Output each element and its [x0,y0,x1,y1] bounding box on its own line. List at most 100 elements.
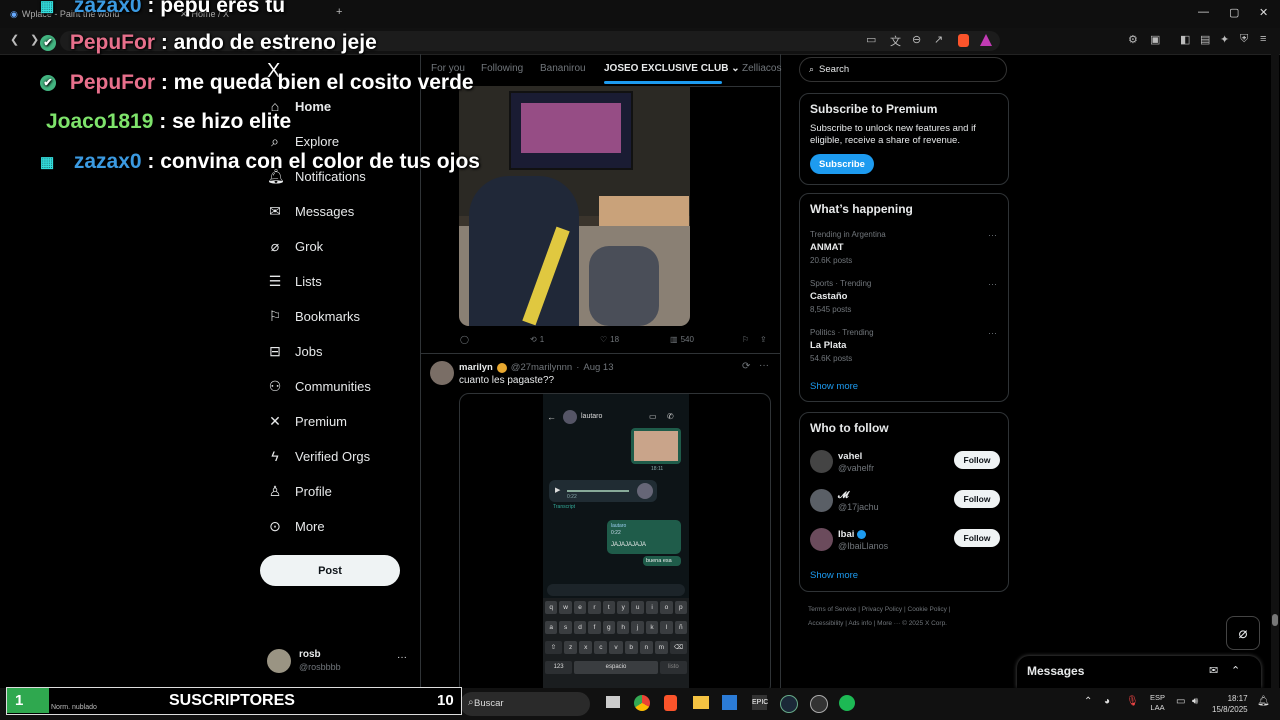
subscribe-button[interactable]: Subscribe [810,154,874,174]
tab-zelliacos[interactable]: Zelliacos [742,63,781,74]
follow-suggestion[interactable]: Ibai @IbaiLlanos Follow [810,528,1000,552]
sidebar-item-label: Home [295,98,332,114]
post-date[interactable]: Aug 13 [583,362,613,373]
tab-joseo-exclusive-club[interactable]: JOSEO EXCLUSIVE CLUB ⌄ [604,63,740,74]
reply-action[interactable]: ◯ [460,335,472,344]
language-indicator[interactable]: ESP LAA [1150,693,1165,713]
steam-icon[interactable] [780,695,798,713]
scrollbar-thumb[interactable] [1272,614,1278,626]
follow-button[interactable]: Follow [954,529,1000,547]
notification-icon[interactable]: 🔔︎ [1257,696,1270,707]
like-action[interactable]: ♡ 18 [600,335,619,344]
more-dots-icon[interactable]: ··· [988,230,997,240]
trend-item[interactable]: Sports · Trending Castaño 8,545 posts ··… [810,279,1000,314]
follow-button[interactable]: Follow [954,490,1000,508]
wallet-icon[interactable]: ▣ [1150,33,1160,46]
trend-item[interactable]: Trending in Argentina ANMAT 20.6K posts … [810,230,1000,265]
follow-button[interactable]: Follow [954,451,1000,469]
avatar[interactable] [430,361,454,385]
mic-icon[interactable]: 🎙︎ [1126,696,1139,707]
sidebar-item-bookmarks[interactable]: ⚐ Bookmarks [267,308,360,325]
post-image[interactable]: ← lautaro ▭ ✆ 18:11 ▶ 0:22 Transcript la… [459,393,771,695]
footer-link[interactable]: Cookie Policy [908,606,947,613]
sidebar-item-premium[interactable]: ✕ Premium [267,413,347,430]
tab-bananirou[interactable]: Bananirou [540,63,586,74]
author-name[interactable]: marilyn [459,362,493,373]
sidebar-icon[interactable]: ◧ [1180,33,1190,46]
maximize-icon[interactable]: ▢ [1229,6,1239,19]
forward-icon[interactable]: ❯ [30,33,39,46]
follow-suggestion[interactable]: 𝓜 @17jachu Follow [810,489,1000,513]
chevron-up-icon[interactable]: ⌃ [1084,696,1092,707]
grok-floating-button[interactable]: ⌀ [1226,616,1260,650]
app-icon[interactable] [810,695,828,713]
sidebar-item-communities[interactable]: ⚇ Communities [267,378,371,395]
task-view-icon[interactable] [606,696,620,708]
more-dots-icon[interactable]: ··· [759,360,769,371]
taskbar-search[interactable]: ⌕ Buscar [460,692,590,716]
chevron-up-icon[interactable]: ⌃ [1231,664,1240,677]
volume-icon[interactable]: 🔊︎ [1192,696,1198,707]
search-input[interactable]: ⌕ Search [799,57,1007,82]
cast-icon[interactable]: ▭ [866,33,876,46]
post-button[interactable]: Post [260,555,400,586]
brave-shield-icon[interactable] [958,34,969,47]
epic-games-icon[interactable]: EPIC [752,695,768,710]
tab-following[interactable]: Following [481,63,523,74]
clock[interactable]: 18:17 15/8/2025 [1212,693,1248,715]
sidebar-item-lists[interactable]: ☰ Lists [267,273,322,290]
bookmark-action[interactable]: ⚐ [742,335,749,344]
discord-icon[interactable]: ◕ [1104,696,1110,707]
network-icon[interactable]: ▭ [1176,696,1185,707]
trend-item[interactable]: Politics · Trending La Plata 54.6K posts… [810,328,1000,363]
brave-icon[interactable] [664,695,677,711]
minimize-icon[interactable]: — [1198,6,1209,18]
user-name: 𝓜 [838,490,849,501]
key: a [545,621,558,634]
vpn-icon[interactable]: ⛨ [1240,33,1248,46]
leo-icon[interactable]: ✦ [1220,33,1229,46]
author-handle[interactable]: @27marilynnn [511,362,572,373]
sidebar-item-jobs[interactable]: ⊟ Jobs [267,343,322,360]
chat-username: Joaco1819 [46,110,154,133]
share-action[interactable]: ⇪ [760,335,767,344]
scrollbar[interactable] [1271,54,1279,688]
sidebar-item-verified-orgs[interactable]: ϟ Verified Orgs [267,448,370,464]
sidebar-item-more[interactable]: ⊙ More [267,518,325,535]
messages-drawer[interactable]: Messages ✉ ⌃ [1017,656,1261,688]
show-more-link[interactable]: Show more [810,381,858,392]
follow-suggestion[interactable]: vahel @vahelfr Follow [810,450,1000,474]
footer-link[interactable]: Accessibility [808,620,843,627]
share-icon[interactable]: ↗ [934,33,943,46]
sidebar-item-messages[interactable]: ✉ Messages [267,203,354,220]
new-message-icon[interactable]: ✉ [1209,664,1218,677]
grok-icon[interactable]: ⟳ [742,361,750,372]
sidebar-item-explore[interactable]: ⌕ Explore [267,133,339,150]
show-more-link[interactable]: Show more [810,570,858,581]
zoom-icon[interactable]: ⊖ [912,33,921,46]
new-tab-icon[interactable]: + [336,6,342,18]
repost-action[interactable]: ⟲ 1 [530,335,544,344]
extensions-icon[interactable]: ⚙ [1128,33,1138,46]
menu-icon[interactable]: ≡ [1260,33,1266,45]
chrome-icon[interactable] [634,695,650,711]
translate-icon[interactable]: 文 [890,33,901,49]
footer-link[interactable]: Terms of Service [808,606,856,613]
post-image[interactable] [459,86,690,326]
footer-link[interactable]: More ··· [877,620,900,627]
back-icon[interactable]: ❮ [10,33,19,46]
sidebar-item-profile[interactable]: ♙ Profile [267,483,332,500]
more-dots-icon[interactable]: ··· [988,328,997,338]
spotify-icon[interactable] [839,695,855,711]
views-action[interactable]: ▥ 540 [670,335,694,344]
sidebar-item-grok[interactable]: ⌀ Grok [267,238,323,255]
close-icon[interactable]: ✕ [1259,6,1268,19]
footer-link[interactable]: Privacy Policy [862,606,902,613]
store-icon[interactable] [722,695,737,710]
footer-link[interactable]: Ads info [848,620,872,627]
account-switcher[interactable]: rosb @rosbbbb ··· [267,648,412,676]
brave-rewards-icon[interactable] [980,34,992,46]
more-dots-icon[interactable]: ··· [988,279,997,289]
folder-icon[interactable] [693,696,709,709]
wallet2-icon[interactable]: ▤ [1200,33,1210,46]
